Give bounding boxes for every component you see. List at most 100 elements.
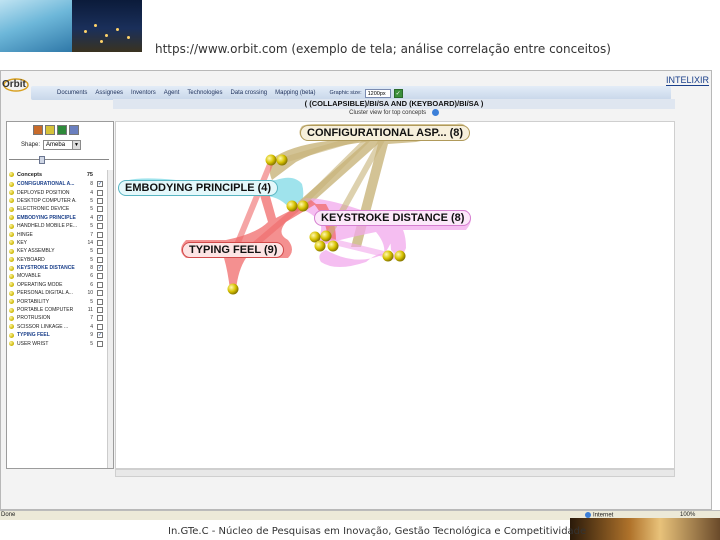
concept-row[interactable]: EMBODYING PRINCIPLE 4 ✓ [9, 214, 107, 222]
concept-name[interactable]: DESKTOP COMPUTER A... [17, 198, 77, 204]
concept-checkbox[interactable]: ✓ [97, 265, 103, 272]
document-node[interactable] [286, 200, 298, 212]
concept-row[interactable]: SCISSOR LINKAGE ... 4 [9, 323, 107, 331]
slider-thumb[interactable] [39, 156, 45, 164]
concept-checkbox[interactable] [97, 231, 103, 238]
concept-checkbox[interactable] [97, 223, 103, 230]
menu-bar: Documents Assignees Inventors Agent Tech… [31, 86, 671, 100]
concept-list-scrollbar[interactable] [107, 170, 113, 468]
concept-checkbox[interactable] [97, 298, 103, 305]
document-node[interactable] [276, 154, 288, 166]
node-label-typing-feel[interactable]: TYPING FEEL (9) [182, 242, 285, 258]
graphic-size-select[interactable]: 1200px [364, 88, 391, 98]
concept-checkbox[interactable] [97, 340, 103, 347]
concept-name[interactable]: PERSONAL DIGITAL A... [17, 290, 77, 296]
concept-row[interactable]: TYPING FEEL 9 ✓ [9, 331, 107, 339]
concept-name[interactable]: MOVABLE [17, 273, 77, 279]
concept-name[interactable]: ELECTRONIC DEVICE [17, 206, 77, 212]
concept-name[interactable]: SCISSOR LINKAGE ... [17, 324, 77, 330]
concept-name[interactable]: KEYSTROKE DISTANCE [17, 265, 77, 271]
document-node[interactable] [394, 250, 406, 262]
node-label-keystroke[interactable]: KEYSTROKE DISTANCE (8) [314, 210, 472, 226]
apply-check-icon[interactable]: ✓ [393, 88, 403, 98]
concept-checkbox[interactable] [97, 206, 103, 213]
node-label-embodying[interactable]: EMBODYING PRINCIPLE (4) [118, 180, 279, 196]
concept-checkbox[interactable] [97, 290, 103, 297]
slider-track [9, 159, 109, 160]
concept-name[interactable]: HANDHELD MOBILE PE... [17, 223, 77, 229]
concept-name[interactable]: TYPING FEEL [17, 332, 77, 338]
concept-row[interactable]: DEPLOYED POSITION 4 [9, 188, 107, 196]
concept-count: 8 [90, 181, 93, 188]
menu-mapping[interactable]: Mapping (beta) [275, 90, 315, 96]
concept-checkbox[interactable] [97, 273, 103, 280]
concept-checkbox[interactable] [97, 248, 103, 255]
chevron-down-icon[interactable]: ▼ [72, 141, 81, 149]
concept-row[interactable]: OPERATING MODE 6 [9, 281, 107, 289]
menu-documents[interactable]: Documents [57, 90, 87, 96]
concept-checkbox[interactable]: ✓ [97, 181, 103, 188]
menu-technologies[interactable]: Technologies [187, 90, 222, 96]
concept-name[interactable]: CONFIGURATIONAL A... [17, 181, 77, 187]
concept-name[interactable]: KEY [17, 240, 77, 246]
concept-checkbox[interactable] [97, 239, 103, 246]
graph-horizontal-scrollbar[interactable] [115, 469, 675, 477]
concept-name[interactable]: USER WRIST [17, 341, 77, 347]
concept-name[interactable]: PORTABILITY [17, 299, 77, 305]
concept-checkbox[interactable]: ✓ [97, 214, 103, 221]
menu-agent[interactable]: Agent [164, 90, 180, 96]
concept-row[interactable]: PERSONAL DIGITAL A... 10 [9, 289, 107, 297]
concept-checkbox[interactable] [97, 323, 103, 330]
concept-checkbox[interactable]: ✓ [97, 332, 103, 339]
concept-row[interactable]: CONFIGURATIONAL A... 8 ✓ [9, 180, 107, 188]
concept-row[interactable]: HINGE 7 [9, 230, 107, 238]
cluster-icon[interactable] [45, 125, 55, 135]
concept-row[interactable]: HANDHELD MOBILE PE... 5 [9, 222, 107, 230]
menu-inventors[interactable]: Inventors [131, 90, 156, 96]
graph-icon[interactable] [33, 125, 43, 135]
document-node[interactable] [227, 283, 239, 295]
concept-row[interactable]: PORTABLE COMPUTER 11 [9, 306, 107, 314]
concept-name[interactable]: HINGE [17, 232, 77, 238]
document-node[interactable] [265, 154, 277, 166]
document-node[interactable] [382, 250, 394, 262]
concept-name[interactable]: PORTABLE COMPUTER [17, 307, 77, 313]
print-icon[interactable] [69, 125, 79, 135]
concept-row[interactable]: ELECTRONIC DEVICE 5 [9, 205, 107, 213]
concept-row[interactable]: PROTRUSION 7 [9, 314, 107, 322]
concept-row[interactable]: KEYBOARD 5 [9, 256, 107, 264]
concept-checkbox[interactable] [97, 281, 103, 288]
document-node[interactable] [297, 200, 309, 212]
node-label-count: (8) [449, 127, 464, 139]
concept-row[interactable]: PORTABILITY 5 [9, 297, 107, 305]
concept-row[interactable]: USER WRIST 5 [9, 339, 107, 347]
concept-name[interactable]: OPERATING MODE [17, 282, 77, 288]
concept-checkbox[interactable] [97, 197, 103, 204]
concept-row[interactable]: KEY ASSEMBLY 5 [9, 247, 107, 255]
concept-checkbox[interactable] [97, 307, 103, 314]
node-label-configurational[interactable]: CONFIGURATIONAL ASP... (8) [300, 125, 471, 141]
concept-name[interactable]: EMBODYING PRINCIPLE [17, 215, 77, 221]
orbit-logo[interactable]: Orbit [2, 73, 30, 99]
refresh-icon[interactable] [431, 109, 439, 116]
brand-link[interactable]: INTELIXIR [665, 75, 709, 86]
document-node[interactable] [314, 240, 326, 252]
shape-select[interactable]: Ameba ▼ [43, 140, 82, 150]
concept-checkbox[interactable] [97, 189, 103, 196]
concept-name[interactable]: DEPLOYED POSITION [17, 190, 77, 196]
excel-icon[interactable] [57, 125, 67, 135]
concept-checkbox[interactable] [97, 315, 103, 322]
menu-data-crossing[interactable]: Data crossing [230, 90, 267, 96]
concept-checkbox[interactable] [97, 256, 103, 263]
concept-row[interactable]: DESKTOP COMPUTER A... 5 [9, 197, 107, 205]
concept-row[interactable]: MOVABLE 6 [9, 272, 107, 280]
menu-assignees[interactable]: Assignees [95, 90, 123, 96]
document-node[interactable] [320, 230, 332, 242]
document-node[interactable] [327, 240, 339, 252]
concept-row[interactable]: KEYSTROKE DISTANCE 8 ✓ [9, 264, 107, 272]
concept-row[interactable]: KEY 14 [9, 239, 107, 247]
threshold-slider[interactable] [9, 156, 109, 164]
concept-name[interactable]: KEY ASSEMBLY [17, 248, 77, 254]
concept-name[interactable]: PROTRUSION [17, 315, 77, 321]
concept-name[interactable]: KEYBOARD [17, 257, 77, 263]
